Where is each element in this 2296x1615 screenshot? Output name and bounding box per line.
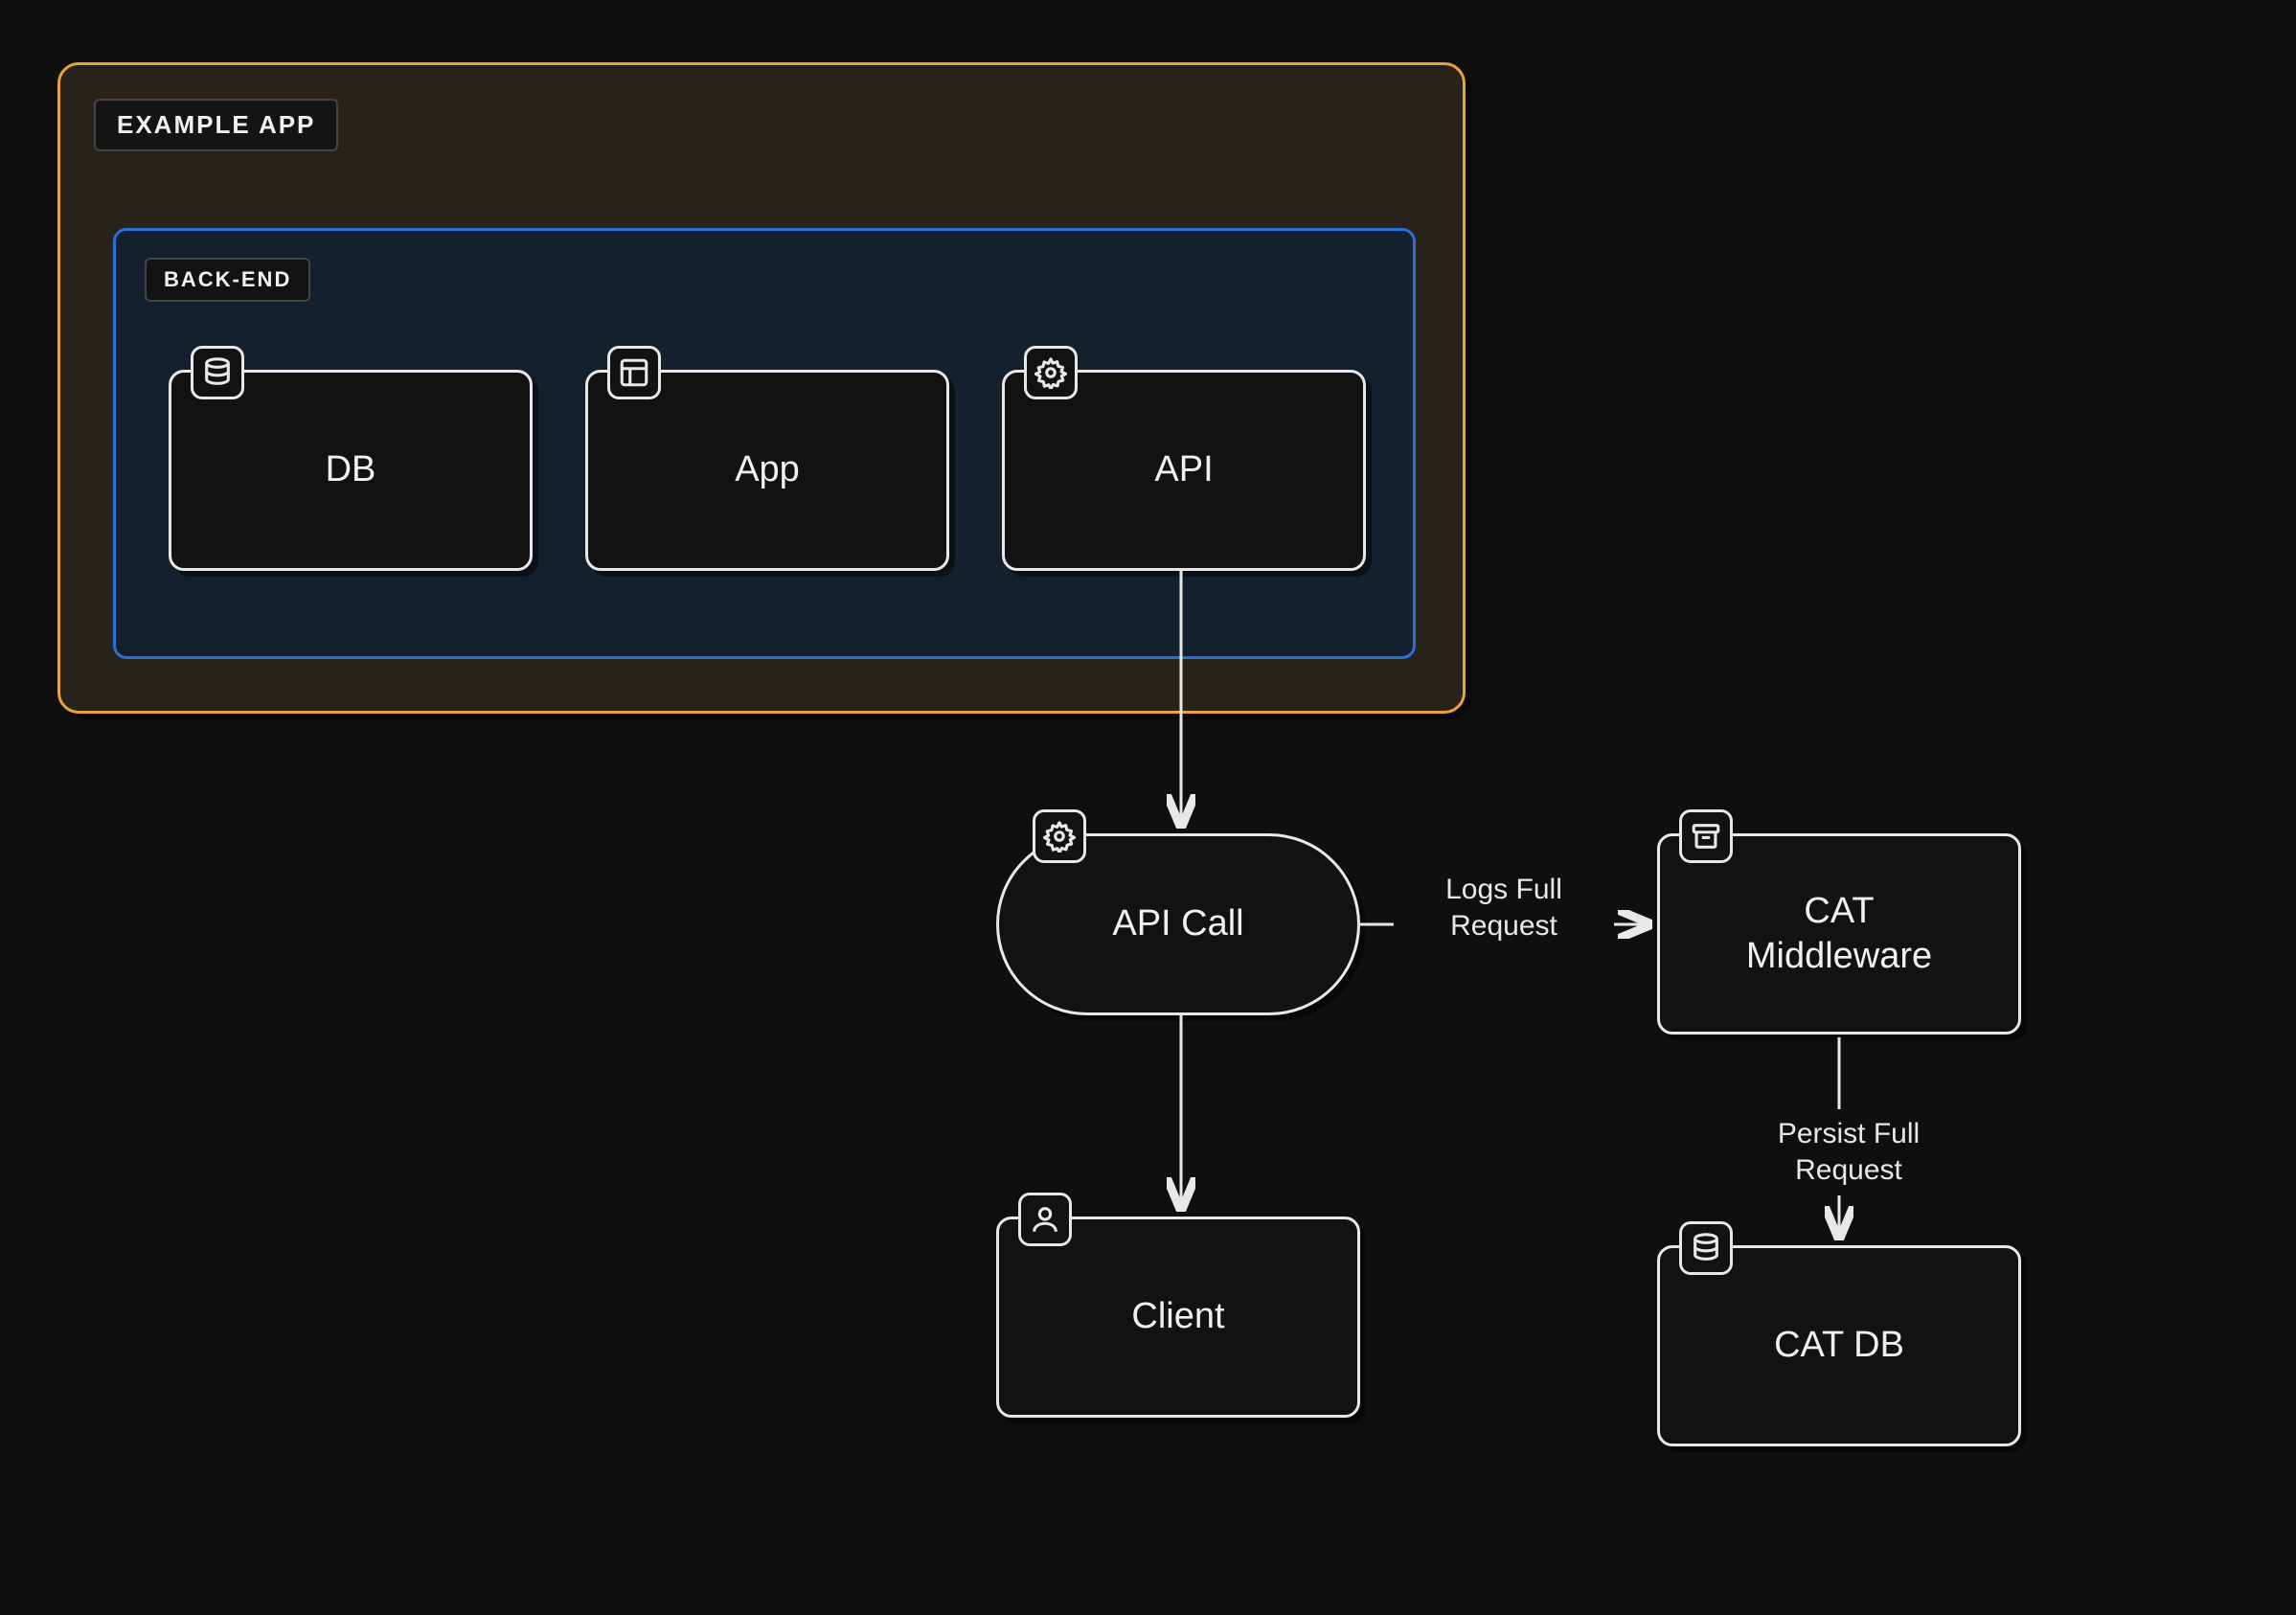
node-api: API xyxy=(1002,370,1366,571)
node-api-call-label: API Call xyxy=(1112,901,1243,947)
archive-icon xyxy=(1679,809,1733,863)
edge-label-persist-full-request: Persist Full Request xyxy=(1724,1116,1973,1188)
node-db: DB xyxy=(169,370,533,571)
group-example-app: EXAMPLE APP BACK-END DB App API xyxy=(57,62,1466,714)
node-client-label: Client xyxy=(1131,1294,1224,1340)
database-icon xyxy=(191,346,244,399)
database-icon xyxy=(1679,1221,1733,1275)
node-db-label: DB xyxy=(326,447,376,493)
node-api-call: API Call xyxy=(996,833,1360,1015)
node-cat-middleware: CAT Middleware xyxy=(1657,833,2021,1035)
node-client: Client xyxy=(996,1217,1360,1418)
user-icon xyxy=(1018,1193,1072,1246)
node-cat-db: CAT DB xyxy=(1657,1245,2021,1446)
gear-icon xyxy=(1024,346,1078,399)
node-app: App xyxy=(585,370,949,571)
layout-icon xyxy=(607,346,661,399)
node-api-label: API xyxy=(1154,447,1213,493)
node-app-label: App xyxy=(735,447,800,493)
group-example-app-label: EXAMPLE APP xyxy=(94,99,338,151)
group-back-end-label: BACK-END xyxy=(145,258,310,302)
group-back-end: BACK-END DB App API xyxy=(113,228,1416,659)
node-cat-db-label: CAT DB xyxy=(1774,1323,1904,1369)
edge-label-logs-full-request: Logs Full Request xyxy=(1398,872,1609,944)
gear-icon xyxy=(1033,809,1086,863)
node-cat-middleware-label: CAT Middleware xyxy=(1746,889,1932,980)
